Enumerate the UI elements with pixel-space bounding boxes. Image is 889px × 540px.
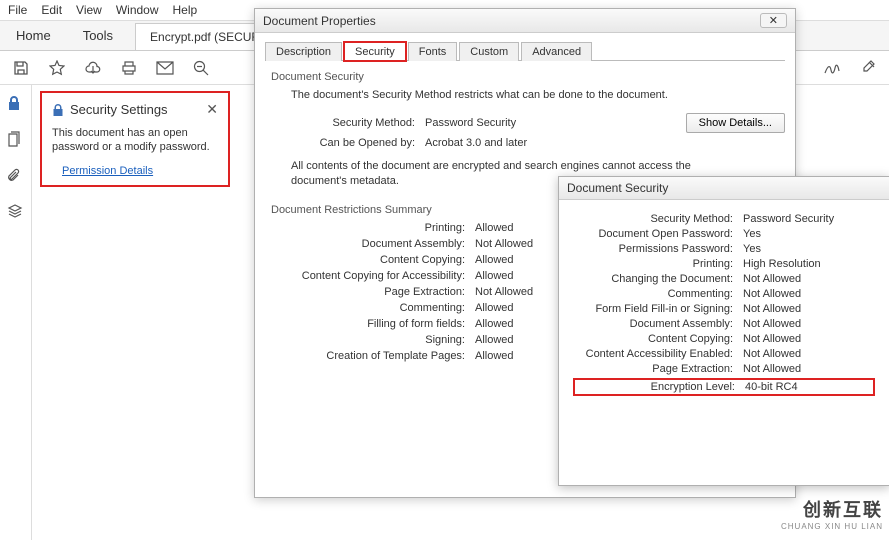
- security-detail-label: Page Extraction:: [573, 363, 733, 375]
- restriction-label: Content Copying:: [265, 254, 465, 266]
- security-detail-row: Content Copying: Not Allowed: [573, 333, 875, 345]
- security-detail-label: Document Assembly:: [573, 318, 733, 330]
- watermark-logo: 创新互联 CHUANG XIN HU LIAN: [781, 496, 883, 531]
- security-settings-panel: Security Settings ✕ This document has an…: [40, 91, 230, 187]
- security-settings-desc: This document has an open password or a …: [52, 126, 218, 155]
- attachment-icon[interactable]: [7, 167, 25, 185]
- security-detail-value: Not Allowed: [743, 273, 801, 285]
- security-detail-value: High Resolution: [743, 258, 821, 270]
- security-detail-value: Yes: [743, 243, 761, 255]
- restriction-value: Allowed: [475, 270, 514, 282]
- restriction-label: Document Assembly:: [265, 238, 465, 250]
- document-security-dialog: Document Security Security Method: Passwo…: [558, 176, 889, 486]
- dialog-tab-security[interactable]: Security: [344, 42, 406, 61]
- dialog-tab-custom[interactable]: Custom: [459, 42, 519, 61]
- restriction-value: Not Allowed: [475, 286, 533, 298]
- restriction-label: Signing:: [265, 334, 465, 346]
- security-detail-label: Encryption Level:: [575, 381, 735, 393]
- security-detail-value: Not Allowed: [743, 288, 801, 300]
- security-detail-value: 40-bit RC4: [745, 381, 798, 393]
- security-detail-label: Form Field Fill-in or Signing:: [573, 303, 733, 315]
- security-detail-value: Not Allowed: [743, 318, 801, 330]
- star-icon[interactable]: [48, 59, 66, 77]
- sign-icon[interactable]: [823, 59, 841, 77]
- show-details-button[interactable]: Show Details...: [686, 113, 785, 133]
- security-detail-row: Encryption Level: 40-bit RC4: [573, 378, 875, 396]
- cloud-icon[interactable]: [84, 59, 102, 77]
- security-detail-label: Permissions Password:: [573, 243, 733, 255]
- security-detail-row: Changing the Document: Not Allowed: [573, 273, 875, 285]
- menu-file[interactable]: File: [8, 3, 27, 17]
- security-detail-label: Commenting:: [573, 288, 733, 300]
- restriction-label: Creation of Template Pages:: [265, 350, 465, 362]
- left-rail: [0, 85, 32, 540]
- security-detail-label: Printing:: [573, 258, 733, 270]
- security-detail-value: Not Allowed: [743, 303, 801, 315]
- zoom-out-icon[interactable]: [192, 59, 210, 77]
- security-detail-value: Password Security: [743, 213, 834, 225]
- security-detail-label: Content Accessibility Enabled:: [573, 348, 733, 360]
- security-detail-label: Document Open Password:: [573, 228, 733, 240]
- dialog-title: Document Properties: [263, 14, 376, 28]
- restriction-value: Allowed: [475, 350, 514, 362]
- restriction-label: Commenting:: [265, 302, 465, 314]
- dialog-tab-description[interactable]: Description: [265, 42, 342, 61]
- panel-area: Security Settings ✕ This document has an…: [32, 85, 238, 540]
- mail-icon[interactable]: [156, 59, 174, 77]
- menu-help[interactable]: Help: [173, 3, 198, 17]
- row-opened-by-label: Can be Opened by:: [265, 137, 415, 149]
- security-detail-row: Form Field Fill-in or Signing: Not Allowe…: [573, 303, 875, 315]
- menu-view[interactable]: View: [76, 3, 102, 17]
- security-detail-row: Printing: High Resolution: [573, 258, 875, 270]
- layers-icon[interactable]: [7, 203, 25, 221]
- dialog-close-button[interactable]: ✕: [760, 13, 787, 28]
- row-security-method-value: Password Security: [425, 117, 516, 129]
- restriction-value: Not Allowed: [475, 238, 533, 250]
- security-detail-label: Content Copying:: [573, 333, 733, 345]
- dialog-tab-fonts[interactable]: Fonts: [408, 42, 458, 61]
- security-detail-label: Changing the Document:: [573, 273, 733, 285]
- restriction-value: Allowed: [475, 302, 514, 314]
- security-detail-value: Yes: [743, 228, 761, 240]
- close-icon[interactable]: ✕: [206, 101, 218, 118]
- dialog2-title: Document Security: [559, 177, 889, 200]
- tab-tools[interactable]: Tools: [67, 22, 129, 49]
- security-detail-row: Commenting: Not Allowed: [573, 288, 875, 300]
- permission-details-link[interactable]: Permission Details: [62, 165, 153, 177]
- security-settings-title: Security Settings: [70, 102, 168, 117]
- dialog-tab-advanced[interactable]: Advanced: [521, 42, 592, 61]
- restriction-value: Allowed: [475, 318, 514, 330]
- save-icon[interactable]: [12, 59, 30, 77]
- restriction-value: Allowed: [475, 254, 514, 266]
- section-document-security: Document Security: [271, 71, 785, 83]
- security-detail-value: Not Allowed: [743, 333, 801, 345]
- restriction-label: Page Extraction:: [265, 286, 465, 298]
- menu-edit[interactable]: Edit: [41, 3, 62, 17]
- pages-icon[interactable]: [7, 131, 25, 149]
- restriction-value: Allowed: [475, 334, 514, 346]
- print-icon[interactable]: [120, 59, 138, 77]
- security-detail-value: Not Allowed: [743, 363, 801, 375]
- security-detail-row: Document Open Password: Yes: [573, 228, 875, 240]
- tab-home[interactable]: Home: [0, 22, 67, 49]
- lock-icon[interactable]: [7, 95, 25, 113]
- security-detail-row: Content Accessibility Enabled: Not Allowe…: [573, 348, 875, 360]
- security-blurb: The document's Security Method restricts…: [291, 89, 785, 101]
- eyedropper-icon[interactable]: [859, 59, 877, 77]
- security-detail-row: Security Method: Password Security: [573, 213, 875, 225]
- security-detail-value: Not Allowed: [743, 348, 801, 360]
- security-detail-row: Document Assembly: Not Allowed: [573, 318, 875, 330]
- restriction-value: Allowed: [475, 222, 514, 234]
- restriction-label: Filling of form fields:: [265, 318, 465, 330]
- row-security-method-label: Security Method:: [265, 117, 415, 129]
- menu-window[interactable]: Window: [116, 3, 159, 17]
- security-detail-row: Permissions Password: Yes: [573, 243, 875, 255]
- row-opened-by-value: Acrobat 3.0 and later: [425, 137, 527, 149]
- dialog-tabs: DescriptionSecurityFontsCustomAdvanced: [265, 41, 785, 61]
- restriction-label: Printing:: [265, 222, 465, 234]
- restriction-label: Content Copying for Accessibility:: [265, 270, 465, 282]
- security-detail-label: Security Method:: [573, 213, 733, 225]
- security-detail-row: Page Extraction: Not Allowed: [573, 363, 875, 375]
- lock-small-icon: [52, 103, 64, 117]
